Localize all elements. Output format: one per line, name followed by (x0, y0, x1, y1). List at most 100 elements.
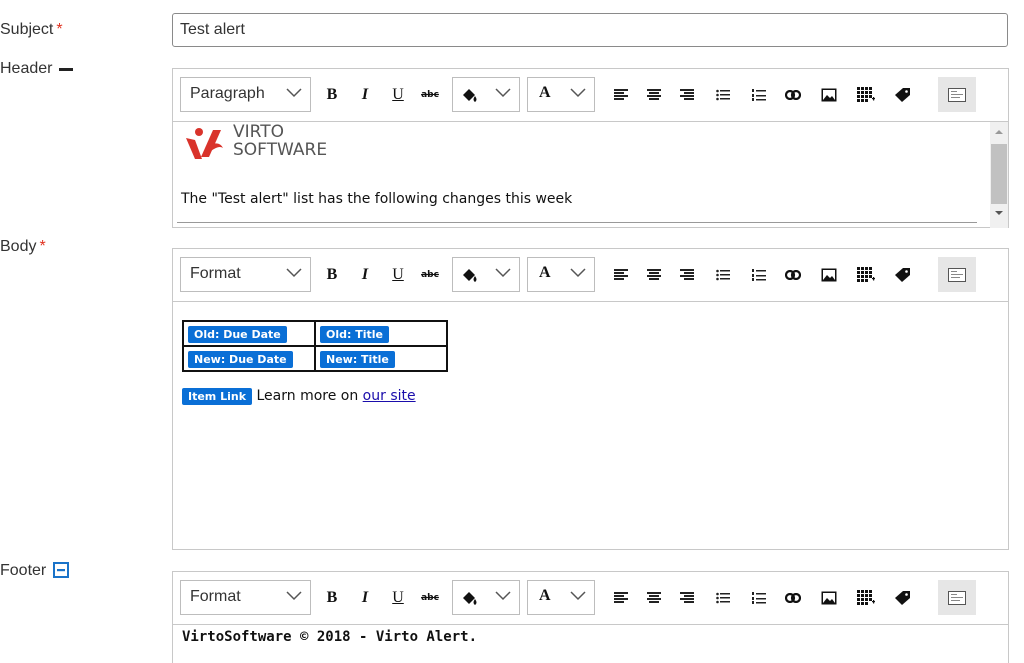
align-left-icon[interactable] (608, 257, 634, 292)
item-link-chip[interactable]: Item Link (182, 388, 253, 405)
placeholder-button[interactable] (938, 257, 976, 292)
numbered-list-icon[interactable] (746, 77, 772, 112)
table-icon[interactable] (853, 77, 879, 112)
bold-button[interactable]: B (319, 257, 345, 292)
body-toolbar: Format B I U abc A (173, 249, 1008, 302)
link-icon[interactable] (780, 580, 806, 615)
align-center-icon[interactable] (641, 257, 667, 292)
bullet-list-icon[interactable] (710, 257, 736, 292)
italic-button[interactable]: I (352, 580, 378, 615)
placeholder-button[interactable] (938, 77, 976, 112)
link-icon[interactable] (780, 77, 806, 112)
block-format-dropdown[interactable]: Format (180, 580, 311, 615)
minus-icon[interactable] (58, 60, 73, 78)
block-format-dropdown[interactable]: Format (180, 257, 311, 292)
table-icon[interactable] (853, 580, 879, 615)
placeholder-icon (948, 87, 966, 102)
align-left-icon[interactable] (608, 580, 634, 615)
collapse-icon[interactable] (52, 562, 69, 583)
strikethrough-button[interactable]: abc (417, 77, 443, 112)
scrollbar-thumb[interactable] (991, 144, 1007, 204)
bullet-list-icon[interactable] (710, 77, 736, 112)
body-label: Body * (0, 238, 46, 255)
font-color-dropdown[interactable]: A (527, 77, 595, 112)
footer-label: Footer (0, 562, 69, 583)
placeholder-icon (948, 267, 966, 282)
scroll-down-icon[interactable] (995, 210, 1003, 216)
placeholder-icon (948, 590, 966, 605)
body-content[interactable]: Old: Due Date Old: Title New: Due Date N… (173, 302, 1008, 550)
learn-more-text: Learn more on (256, 388, 359, 404)
align-center-icon[interactable] (641, 77, 667, 112)
font-color-dropdown[interactable]: A (527, 580, 595, 615)
font-color-dropdown[interactable]: A (527, 257, 595, 292)
learn-more-line: Item Link Learn more on our site (182, 388, 416, 405)
table-cell: New: Title (314, 345, 448, 372)
highlight-icon (463, 269, 477, 282)
highlight-color-dropdown[interactable] (452, 580, 520, 615)
underline-button[interactable]: U (385, 257, 411, 292)
header-divider (177, 222, 977, 223)
align-right-icon[interactable] (674, 257, 700, 292)
highlight-icon (463, 592, 477, 605)
link-icon[interactable] (780, 257, 806, 292)
highlight-color-dropdown[interactable] (452, 257, 520, 292)
header-toolbar: Paragraph B I U abc A (173, 69, 1008, 122)
tag-icon[interactable] (890, 580, 916, 615)
header-text: The "Test alert" list has the following … (181, 191, 573, 207)
body-editor: Format B I U abc A Old: Due Date Old: Ti… (172, 248, 1009, 550)
tag-icon[interactable] (890, 77, 916, 112)
strikethrough-button[interactable]: abc (417, 580, 443, 615)
required-mark: * (56, 21, 63, 38)
chevron-down-icon (570, 591, 586, 601)
italic-button[interactable]: I (352, 257, 378, 292)
table-row: Old: Due Date Old: Title (182, 320, 448, 347)
chevron-down-icon (570, 268, 586, 278)
virto-logo-mark (183, 124, 231, 164)
bold-button[interactable]: B (319, 580, 345, 615)
align-left-icon[interactable] (608, 77, 634, 112)
underline-button[interactable]: U (385, 77, 411, 112)
footer-toolbar: Format B I U abc A (173, 572, 1008, 625)
header-label: Header (0, 60, 73, 78)
placeholder-button[interactable] (938, 580, 976, 615)
chevron-down-icon (570, 88, 586, 98)
scroll-up-icon[interactable] (995, 129, 1003, 135)
image-icon[interactable] (816, 77, 842, 112)
align-right-icon[interactable] (674, 580, 700, 615)
bold-button[interactable]: B (319, 77, 345, 112)
image-icon[interactable] (816, 257, 842, 292)
field-chip[interactable]: Old: Due Date (188, 325, 287, 343)
image-icon[interactable] (816, 580, 842, 615)
subject-label: Subject * (0, 21, 63, 38)
align-right-icon[interactable] (674, 77, 700, 112)
bullet-list-icon[interactable] (710, 580, 736, 615)
table-cell: New: Due Date (182, 345, 316, 372)
required-mark: * (39, 238, 46, 255)
field-chip[interactable]: New: Due Date (188, 350, 293, 368)
footer-editor: Format B I U abc A VirtoSoftware © 2018 … (172, 571, 1009, 663)
field-chip[interactable]: New: Title (320, 350, 395, 368)
chevron-down-icon (286, 88, 302, 98)
header-content[interactable]: VIRTO SOFTWARE The "Test alert" list has … (173, 122, 1008, 228)
italic-button[interactable]: I (352, 77, 378, 112)
header-editor: Paragraph B I U abc A VIRTO SOFTWARE The… (172, 68, 1009, 228)
chevron-down-icon (495, 268, 511, 278)
field-table: Old: Due Date Old: Title New: Due Date N… (182, 320, 448, 372)
footer-content[interactable]: VirtoSoftware © 2018 - Virto Alert. (173, 625, 1008, 663)
align-center-icon[interactable] (641, 580, 667, 615)
scrollbar[interactable] (990, 122, 1008, 228)
highlight-color-dropdown[interactable] (452, 77, 520, 112)
field-chip[interactable]: Old: Title (320, 325, 389, 343)
subject-input[interactable] (172, 13, 1008, 47)
block-format-dropdown[interactable]: Paragraph (180, 77, 311, 112)
table-icon[interactable] (853, 257, 879, 292)
numbered-list-icon[interactable] (746, 257, 772, 292)
table-cell: Old: Due Date (182, 320, 316, 347)
highlight-icon (463, 89, 477, 102)
numbered-list-icon[interactable] (746, 580, 772, 615)
underline-button[interactable]: U (385, 580, 411, 615)
strikethrough-button[interactable]: abc (417, 257, 443, 292)
our-site-link[interactable]: our site (363, 388, 416, 404)
tag-icon[interactable] (890, 257, 916, 292)
